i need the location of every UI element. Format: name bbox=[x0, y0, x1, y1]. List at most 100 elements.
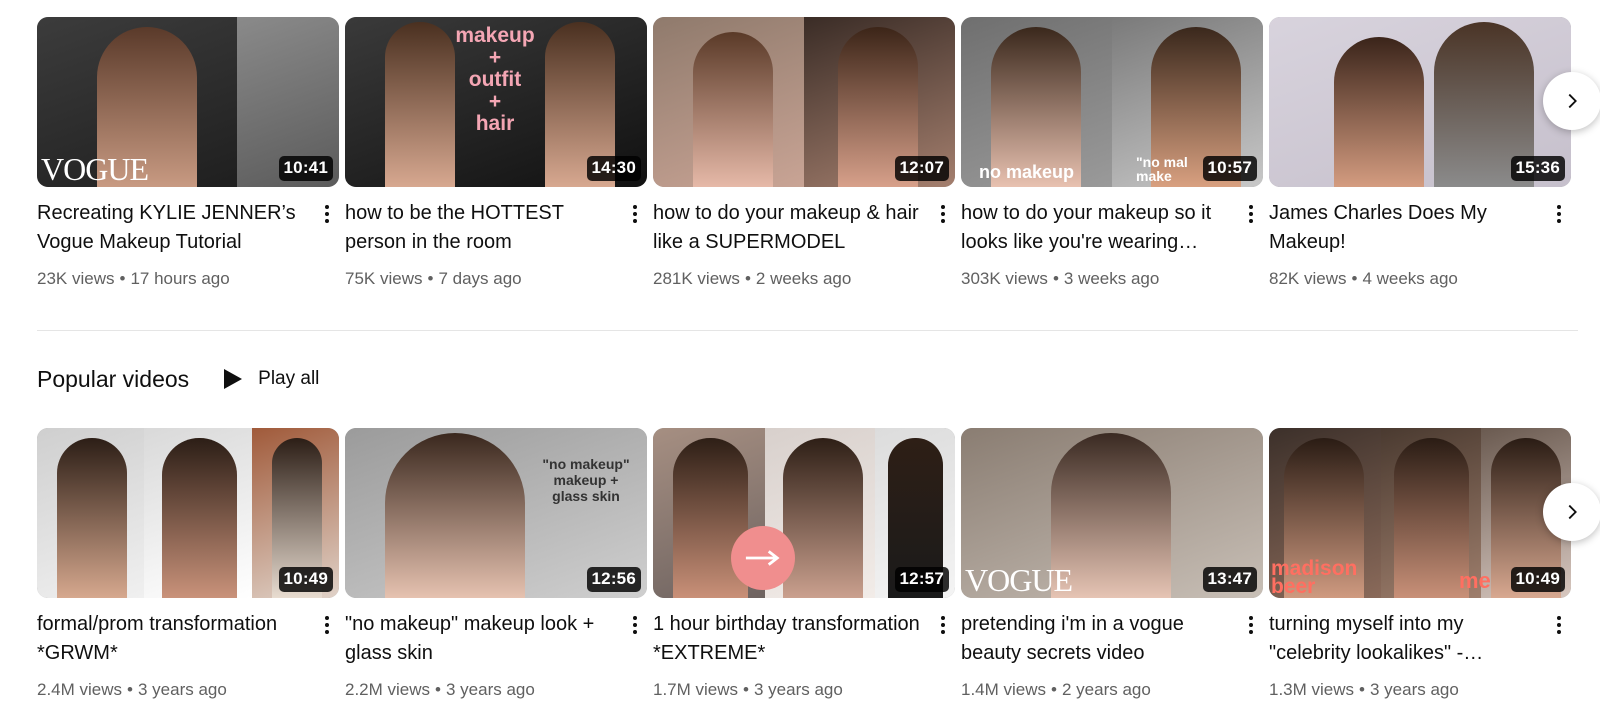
upload-age: 3 years ago bbox=[137, 680, 227, 699]
section-title[interactable]: Popular videos bbox=[37, 366, 189, 393]
arrow-right-icon bbox=[745, 550, 780, 566]
video-details: James Charles Does My Makeup! bbox=[1269, 199, 1571, 257]
video-thumbnail[interactable]: madison beer me 10:49 bbox=[1269, 428, 1571, 598]
video-thumbnail[interactable]: makeup + outfit + hair 14:30 bbox=[345, 17, 647, 187]
video-details: "no makeup" makeup look + glass skin bbox=[345, 610, 647, 668]
more-actions-icon[interactable] bbox=[1547, 201, 1571, 227]
more-actions-icon[interactable] bbox=[315, 612, 339, 638]
video-title[interactable]: 1 hour birthday transformation *EXTREME* bbox=[653, 610, 923, 668]
view-count: 303K views bbox=[961, 269, 1048, 288]
video-duration: 10:57 bbox=[1202, 156, 1257, 181]
video-card[interactable]: makeup + outfit + hair 14:30 how to be t… bbox=[345, 17, 647, 291]
video-title[interactable]: how to do your makeup so it looks like y… bbox=[961, 199, 1231, 257]
person-figure bbox=[385, 433, 525, 598]
video-metadata: 2.2M views • 3 years ago bbox=[345, 678, 647, 702]
scroll-next-button[interactable] bbox=[1543, 483, 1600, 541]
person-figure bbox=[57, 438, 127, 598]
video-duration: 10:41 bbox=[278, 156, 333, 181]
separator-dot: • bbox=[1351, 269, 1358, 288]
video-duration: 13:47 bbox=[1202, 567, 1257, 592]
more-actions-icon[interactable] bbox=[931, 612, 955, 638]
person-figure bbox=[783, 438, 863, 598]
separator-dot: • bbox=[744, 269, 751, 288]
video-thumbnail[interactable]: "no makeup" makeup + glass skin 12:56 bbox=[345, 428, 647, 598]
more-actions-icon[interactable] bbox=[315, 201, 339, 227]
person-figure bbox=[1394, 438, 1469, 598]
view-count: 23K views bbox=[37, 269, 115, 288]
video-metadata: 1.3M views • 3 years ago bbox=[1269, 678, 1571, 702]
video-row: VOGUE 10:41 Recreating KYLIE JENNER’s Vo… bbox=[37, 17, 1600, 317]
video-duration: 12:56 bbox=[586, 567, 641, 592]
more-actions-icon[interactable] bbox=[623, 612, 647, 638]
video-card[interactable]: VOGUE 10:41 Recreating KYLIE JENNER’s Vo… bbox=[37, 17, 339, 291]
upload-age: 3 years ago bbox=[1369, 680, 1459, 699]
video-card[interactable]: no makeup "no mal make 10:57 how to do y… bbox=[961, 17, 1263, 291]
video-card[interactable]: 12:07 how to do your makeup & hair like … bbox=[653, 17, 955, 291]
video-title[interactable]: "no makeup" makeup look + glass skin bbox=[345, 610, 615, 668]
more-actions-icon[interactable] bbox=[1239, 201, 1263, 227]
video-row: 10:49 formal/prom transformation *GRWM* … bbox=[37, 428, 1600, 723]
video-thumbnail[interactable]: 10:49 bbox=[37, 428, 339, 598]
video-metadata: 281K views • 2 weeks ago bbox=[653, 267, 955, 291]
video-title[interactable]: pretending i'm in a vogue beauty secrets… bbox=[961, 610, 1231, 668]
section-header: Popular videos Play all bbox=[37, 357, 319, 401]
video-thumbnail[interactable]: VOGUE 13:47 bbox=[961, 428, 1263, 598]
video-title[interactable]: formal/prom transformation *GRWM* bbox=[37, 610, 307, 668]
thumbnail-overlay-text: no makeup bbox=[979, 162, 1075, 182]
video-details: how to do your makeup & hair like a SUPE… bbox=[653, 199, 955, 257]
video-title[interactable]: how to do your makeup & hair like a SUPE… bbox=[653, 199, 923, 257]
separator-dot: • bbox=[427, 269, 434, 288]
video-thumbnail[interactable]: VOGUE 10:41 bbox=[37, 17, 339, 187]
video-title[interactable]: turning myself into my "celebrity lookal… bbox=[1269, 610, 1539, 668]
upload-age: 7 days ago bbox=[438, 269, 522, 288]
video-thumbnail[interactable]: no makeup "no mal make 10:57 bbox=[961, 17, 1263, 187]
video-details: how to do your makeup so it looks like y… bbox=[961, 199, 1263, 257]
upload-age: 2 years ago bbox=[1061, 680, 1151, 699]
video-metadata: 2.4M views • 3 years ago bbox=[37, 678, 339, 702]
video-duration: 15:36 bbox=[1510, 156, 1565, 181]
separator-dot: • bbox=[743, 680, 749, 699]
video-card[interactable]: 12:57 1 hour birthday transformation *EX… bbox=[653, 428, 955, 702]
separator-dot: • bbox=[1359, 680, 1365, 699]
video-metadata: 75K views • 7 days ago bbox=[345, 267, 647, 291]
play-icon bbox=[224, 369, 243, 389]
video-card[interactable]: madison beer me 10:49 turning myself int… bbox=[1269, 428, 1571, 702]
video-duration: 12:07 bbox=[894, 156, 949, 181]
video-card[interactable]: VOGUE 13:47 pretending i'm in a vogue be… bbox=[961, 428, 1263, 702]
thumbnail-overlay-text: makeup + outfit + hair bbox=[455, 24, 535, 135]
more-actions-icon[interactable] bbox=[1547, 612, 1571, 638]
video-details: Recreating KYLIE JENNER’s Vogue Makeup T… bbox=[37, 199, 339, 257]
play-all-button[interactable]: Play all bbox=[222, 367, 319, 391]
video-thumbnail[interactable]: 12:07 bbox=[653, 17, 955, 187]
video-metadata: 82K views • 4 weeks ago bbox=[1269, 267, 1571, 291]
thumbnail-overlay-text: "no mal make bbox=[1136, 154, 1188, 184]
video-details: formal/prom transformation *GRWM* bbox=[37, 610, 339, 668]
upload-age: 3 years ago bbox=[445, 680, 535, 699]
video-duration: 14:30 bbox=[586, 156, 641, 181]
more-actions-icon[interactable] bbox=[1239, 612, 1263, 638]
view-count: 281K views bbox=[653, 269, 740, 288]
more-actions-icon[interactable] bbox=[623, 201, 647, 227]
video-thumbnail[interactable]: 12:57 bbox=[653, 428, 955, 598]
video-card[interactable]: 15:36 James Charles Does My Makeup! 82K … bbox=[1269, 17, 1571, 291]
vogue-logo: VOGUE bbox=[965, 562, 1073, 598]
more-actions-icon[interactable] bbox=[931, 201, 955, 227]
separator-dot: • bbox=[435, 680, 441, 699]
video-title[interactable]: James Charles Does My Makeup! bbox=[1269, 199, 1539, 257]
person-figure bbox=[1334, 37, 1424, 187]
video-title[interactable]: Recreating KYLIE JENNER’s Vogue Makeup T… bbox=[37, 199, 307, 257]
video-card[interactable]: 10:49 formal/prom transformation *GRWM* … bbox=[37, 428, 339, 702]
separator-dot: • bbox=[119, 269, 126, 288]
video-thumbnail[interactable]: 15:36 bbox=[1269, 17, 1571, 187]
video-details: how to be the HOTTEST person in the room bbox=[345, 199, 647, 257]
scroll-next-button[interactable] bbox=[1543, 72, 1600, 130]
person-figure bbox=[162, 438, 237, 598]
chevron-right-icon bbox=[1568, 504, 1577, 520]
play-all-label: Play all bbox=[258, 368, 320, 389]
video-title[interactable]: how to be the HOTTEST person in the room bbox=[345, 199, 615, 257]
view-count: 82K views bbox=[1269, 269, 1347, 288]
view-count: 1.3M views bbox=[1269, 680, 1355, 699]
video-card[interactable]: "no makeup" makeup + glass skin 12:56 "n… bbox=[345, 428, 647, 702]
upload-age: 3 weeks ago bbox=[1063, 269, 1160, 288]
section-divider bbox=[37, 330, 1578, 331]
